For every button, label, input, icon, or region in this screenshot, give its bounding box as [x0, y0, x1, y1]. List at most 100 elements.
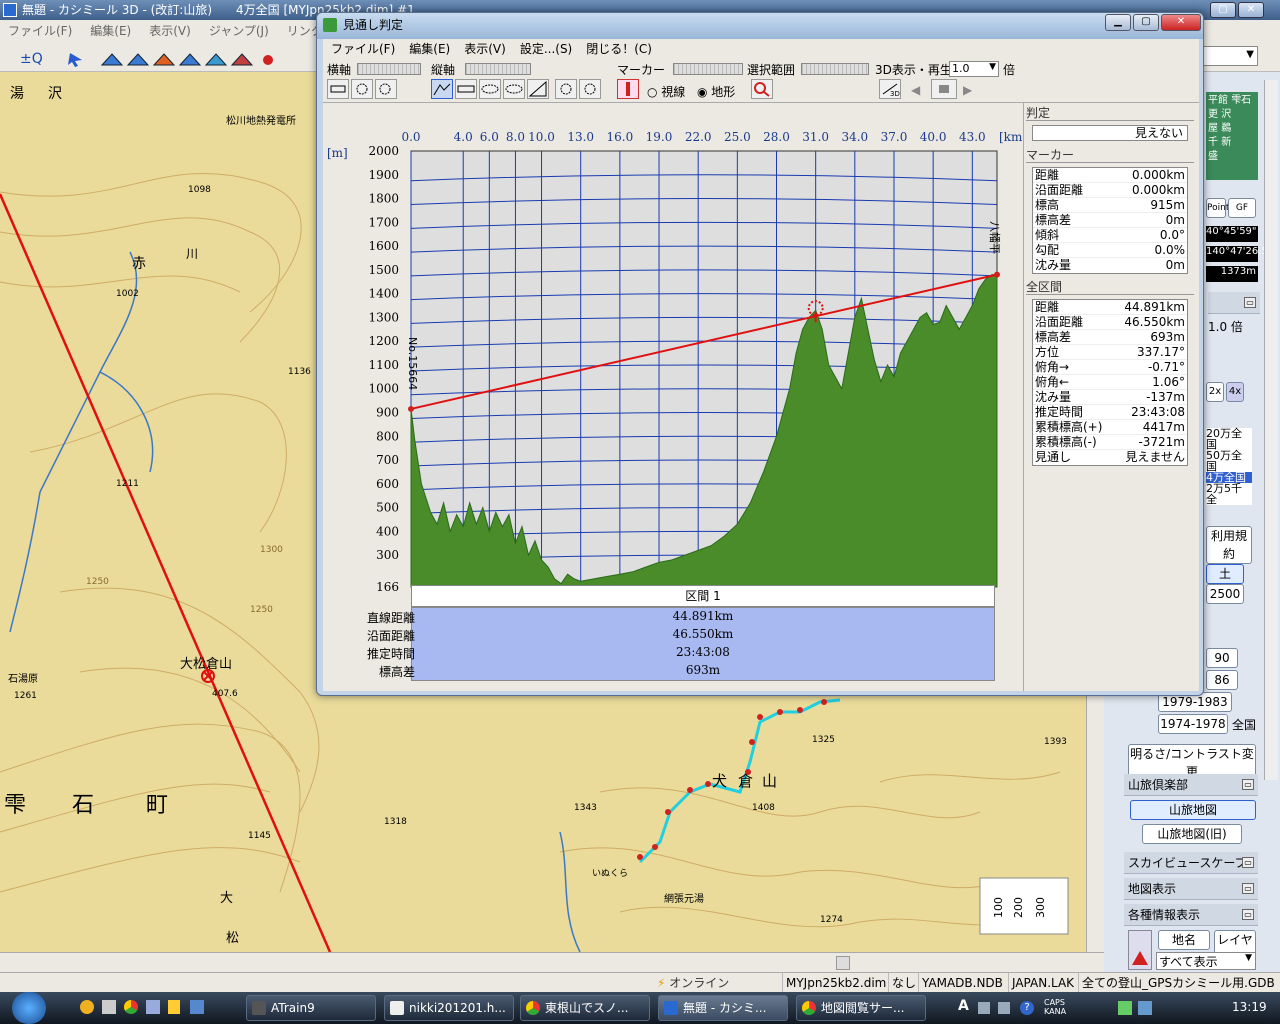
chrome-icon[interactable] [124, 1000, 138, 1014]
chimei-button[interactable]: 地名 [1158, 930, 1210, 950]
mountain-view6-icon[interactable] [230, 53, 254, 66]
task-nikki[interactable]: nikki201201.h... [384, 995, 514, 1021]
dialog-minimize-button[interactable]: ▁ [1105, 14, 1131, 31]
tool-icon[interactable] [978, 1002, 990, 1014]
app-launch-icon[interactable] [102, 1000, 116, 1014]
sanryo-map-old-button[interactable]: 山旅地図(旧) [1142, 824, 1242, 844]
prev-icon[interactable]: ◀ [911, 83, 920, 97]
map-list-item[interactable]: 50万全国 [1206, 450, 1252, 472]
collapse-icon[interactable]: ▭ [1242, 883, 1254, 894]
x-axis-slider[interactable] [357, 63, 421, 75]
radio-chikei[interactable]: ◉ 地形 [697, 83, 735, 100]
zoom-4x-button[interactable]: 4x [1226, 382, 1244, 402]
app-restore-button[interactable]: ▢ [1210, 2, 1236, 18]
dialog-menu-edit[interactable]: 編集(E) [409, 42, 450, 56]
map-list-item[interactable]: 2万5千全 [1206, 483, 1252, 505]
scale-2500-button[interactable]: 2500 [1206, 584, 1244, 604]
start-button[interactable] [12, 992, 46, 1024]
marker-icon[interactable] [263, 55, 273, 65]
sanryo-map-button[interactable]: 山旅地図 [1130, 800, 1256, 820]
task-chrome-2[interactable]: 地図閲覧サー... [796, 995, 926, 1021]
y-axis-slope-button[interactable] [527, 79, 549, 99]
y-axis-cloud-button[interactable] [479, 79, 501, 99]
collapse-icon[interactable]: ▭ [1242, 857, 1254, 868]
pointer-icon[interactable] [68, 53, 82, 67]
select-button[interactable]: 土 [1206, 564, 1244, 584]
grid-cell[interactable]: 鵜 [1221, 123, 1231, 134]
help-icon[interactable]: ? [1020, 1001, 1034, 1015]
x-axis-fit-button[interactable] [327, 79, 349, 99]
app-launch-icon[interactable] [80, 1000, 94, 1014]
gf-button[interactable]: GF [1228, 198, 1256, 218]
range-search-button[interactable] [751, 79, 773, 99]
dialog-menu-close[interactable]: 閉じる！(C) [586, 42, 652, 56]
app-combo[interactable]: ▼ [1200, 46, 1258, 66]
mountain-view4-icon[interactable] [178, 53, 202, 66]
mountain-view5-icon[interactable] [204, 53, 228, 66]
x-axis-range-button[interactable] [375, 79, 397, 99]
dialog-menu-settings[interactable]: 設定...(S) [520, 42, 572, 56]
app-menu-view[interactable]: 表示(V) [149, 24, 191, 38]
x-axis-zoom-button[interactable] [351, 79, 373, 99]
marker-pin-button[interactable] [617, 79, 639, 99]
mini-map-grid[interactable]: 平館 雫石更 沢屋 鵜千 新盛 [1206, 92, 1258, 180]
range-slider[interactable] [801, 63, 869, 75]
dialog-menu-view[interactable]: 表示(V) [464, 42, 506, 56]
app-menu-edit[interactable]: 編集(E) [90, 24, 131, 38]
speed-select[interactable]: 1.0 ▼ [949, 61, 999, 77]
app-launch-icon[interactable] [190, 1000, 204, 1014]
zoom-2x-button[interactable]: 2x [1206, 382, 1224, 402]
dialog-menu-file[interactable]: ファイル(F) [331, 42, 395, 56]
next-icon[interactable]: ▶ [963, 83, 972, 97]
marker-slider[interactable] [673, 63, 743, 75]
year-button[interactable]: 1974-1978 [1158, 714, 1228, 734]
dialog-maximize-button[interactable]: ▢ [1133, 14, 1159, 31]
panel-scrollbar[interactable] [1264, 80, 1278, 780]
grid-cell[interactable]: 雫石 [1231, 95, 1251, 106]
volume-icon[interactable] [1138, 1001, 1152, 1015]
grid-cell[interactable]: 更 [1208, 109, 1218, 120]
section-header-info[interactable]: 各種情報表示 ▭ [1124, 904, 1258, 926]
grid-cell[interactable]: 平館 [1208, 95, 1228, 106]
stop-button[interactable] [931, 79, 957, 99]
terms-button[interactable]: 利用規約 [1206, 526, 1252, 564]
map-horizontal-scrollbar[interactable] [0, 952, 1104, 972]
app-launch-icon[interactable] [146, 1000, 160, 1014]
map-list[interactable]: 20万全国 50万全国 4万全国 2万5千全 [1206, 428, 1252, 505]
task-atrain[interactable]: ATrain9 [246, 995, 376, 1021]
grid-cell[interactable]: 盛 [1208, 151, 1218, 162]
collapse-icon[interactable]: ▭ [1242, 909, 1254, 920]
point-button[interactable]: Point [1206, 198, 1229, 218]
task-chrome-1[interactable]: 東根山でスノ... [520, 995, 650, 1021]
play-3d-button[interactable]: 3D [879, 79, 901, 99]
section-header-mapview[interactable]: 地図表示 ▭ [1124, 878, 1258, 900]
mountain-view3-icon[interactable] [152, 53, 176, 66]
app-close-button[interactable]: ✕ [1238, 2, 1264, 18]
y-axis-slider[interactable] [465, 63, 531, 75]
collapse-icon[interactable]: ▭ [1242, 779, 1254, 790]
grid-cell[interactable]: 沢 [1221, 109, 1231, 120]
grid-cell[interactable]: 新 [1221, 137, 1231, 148]
y-axis-cloud2-button[interactable] [503, 79, 525, 99]
grid-cell[interactable]: 千 [1208, 137, 1218, 148]
collapse-icon[interactable]: ▭ [1244, 297, 1256, 308]
network-icon[interactable] [1118, 1001, 1132, 1015]
mountain-view-icon[interactable] [100, 53, 124, 66]
tool-circle-button[interactable] [555, 79, 577, 99]
show-select[interactable]: すべて表示 ▼ [1156, 952, 1256, 970]
year-button[interactable]: 86 [1206, 670, 1238, 690]
dialog-close-button[interactable]: ✕ [1161, 14, 1201, 31]
y-axis-profile-button[interactable] [431, 79, 453, 99]
app-menu-jump[interactable]: ジャンプ(J) [209, 24, 269, 38]
section-header-sanryo[interactable]: 山旅倶楽部 ▭ [1124, 774, 1258, 796]
warning-icon[interactable] [1128, 930, 1152, 970]
tool-icon[interactable] [998, 1002, 1010, 1014]
app-menu-file[interactable]: ファイル(F) [8, 24, 72, 38]
year-button[interactable]: 90 [1206, 648, 1238, 668]
radio-shisen[interactable]: ○ 視線 [647, 83, 685, 100]
ime-icon[interactable]: A [958, 998, 969, 1014]
task-kashmir[interactable]: 無題 - カシミ... [658, 995, 788, 1021]
map-list-item[interactable]: 20万全国 [1206, 428, 1252, 450]
grid-cell[interactable]: 屋 [1208, 123, 1218, 134]
dialog-title-bar[interactable]: 見通し判定 [317, 13, 1203, 39]
